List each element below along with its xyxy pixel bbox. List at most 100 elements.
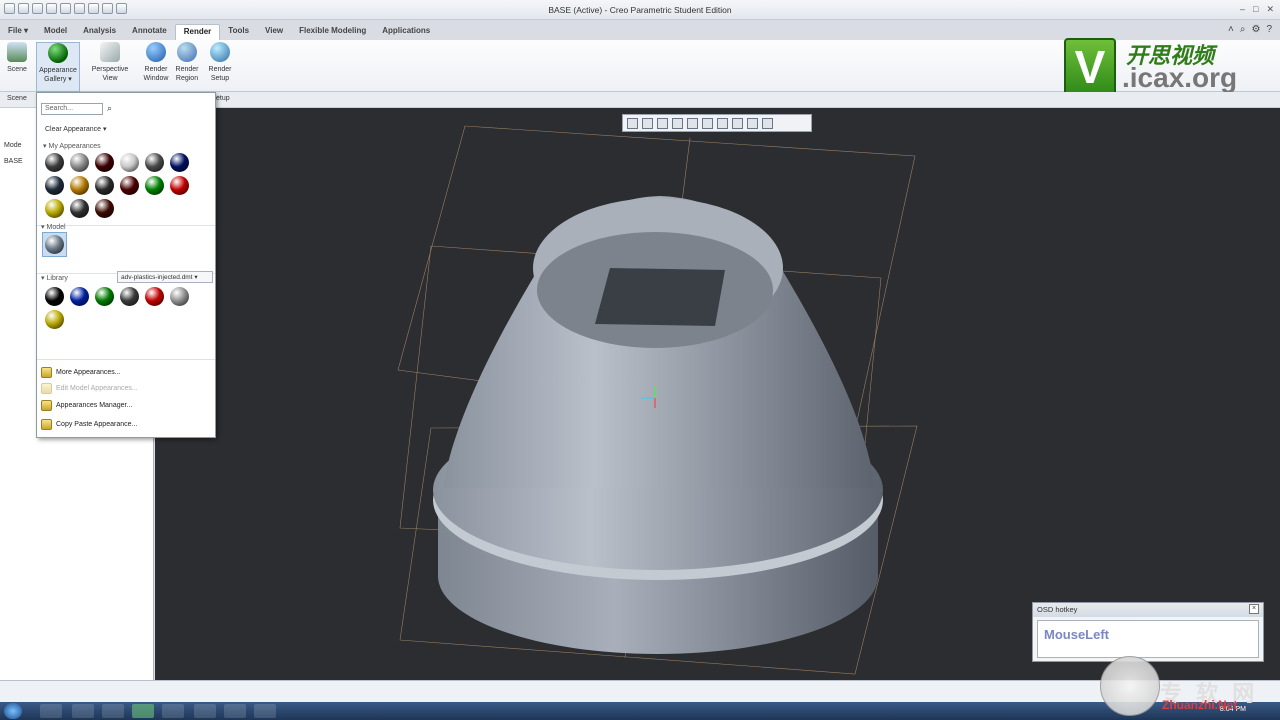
my-appearances-section-label[interactable]: My Appearances [43,142,101,150]
manager-icon [41,400,52,411]
taskbar-app-active[interactable] [132,704,154,718]
teapot-icon [146,42,166,62]
maximize-button[interactable]: □ [1253,4,1258,15]
appearance-swatch[interactable] [70,287,89,306]
taskbar-app[interactable] [254,704,276,718]
clear-appearance-button[interactable]: Clear Appearance ▾ [45,125,107,133]
appearance-swatch[interactable] [170,287,189,306]
appearances-manager-item[interactable]: Appearances Manager... [41,400,132,411]
window-title: BASE (Active) - Creo Parametric Student … [548,5,732,15]
appearance-gallery-button[interactable]: Appearance Gallery ▾ [36,42,80,92]
appearance-swatch[interactable] [120,153,139,172]
render-window-label: Render Window [143,66,169,82]
appearance-swatch[interactable] [170,176,189,195]
appearance-swatch[interactable] [45,199,64,218]
tab-render[interactable]: Render [174,24,221,40]
icax-logo: V 开思视频 .icax.org [1064,38,1244,96]
appearance-swatch[interactable] [95,153,114,172]
more-appearances-item[interactable]: More Appearances... [41,367,121,378]
watermark-globe [1100,656,1160,716]
appearance-swatch[interactable] [45,235,64,254]
minimize-button[interactable]: – [1240,4,1245,15]
title-bar: BASE (Active) - Creo Parametric Student … [0,0,1280,20]
appearance-swatch[interactable] [120,287,139,306]
appearance-swatch[interactable] [145,153,164,172]
graphics-viewport[interactable] [155,108,1280,680]
render-setup-label: Render Setup [208,66,232,82]
render-window-button[interactable]: Render Window [140,42,172,83]
close-icon[interactable]: × [1249,604,1259,614]
start-button[interactable] [4,703,22,719]
tab-flexible-modeling[interactable]: Flexible Modeling [291,24,374,40]
taskbar-app[interactable] [162,704,184,718]
tab-annotate[interactable]: Annotate [124,24,175,40]
appearance-swatch[interactable] [95,176,114,195]
render-setup-button[interactable]: Render Setup [204,42,236,83]
edit-model-appearances-item: Edit Model Appearances... [41,383,138,394]
taskbar-app[interactable] [194,704,216,718]
appearances-icon [41,367,52,378]
model-swatches [45,235,189,254]
appearance-swatch[interactable] [170,153,189,172]
part-body [433,196,883,654]
scene-button[interactable]: Scene [4,42,30,74]
appearance-swatch[interactable] [120,176,139,195]
scene-group-label: Scene [7,95,27,102]
tab-view[interactable]: View [257,24,291,40]
model-tree-header: Mode [4,142,22,149]
collapse-icon[interactable]: ˄ [1228,24,1234,35]
tab-file[interactable]: File ▾ [0,24,36,40]
appearance-swatch[interactable] [145,176,164,195]
status-bar [0,680,1280,702]
tab-tools[interactable]: Tools [220,24,257,40]
taskbar-app[interactable] [72,704,94,718]
help-icon[interactable]: ? [1266,24,1272,35]
appearance-search-input[interactable]: Search... [41,103,103,115]
copy-paste-appearance-item[interactable]: Copy Paste Appearance... [41,419,137,430]
appearance-swatch[interactable] [70,176,89,195]
taskbar-app[interactable] [102,704,124,718]
scene-label: Scene [7,66,27,73]
library-select[interactable]: adv-plastics-injected.dmt ▾ [117,271,213,283]
tree-item-root[interactable]: BASE [4,158,23,165]
taskbar-app[interactable] [40,704,62,718]
close-button[interactable]: ✕ [1266,4,1274,15]
appearance-swatch[interactable] [70,153,89,172]
render-setup-icon [210,42,230,62]
appearance-swatch[interactable] [45,287,64,306]
appearance-gallery-label: Appearance Gallery ▾ [39,67,77,83]
appearance-swatch[interactable] [70,199,89,218]
appearance-swatch[interactable] [45,310,64,329]
appearance-gallery-dropdown: Search... ⌕ Clear Appearance ▾ My Appear… [36,92,216,438]
render-region-button[interactable]: Render Region [172,42,202,83]
appearance-swatch[interactable] [95,287,114,306]
search-icon[interactable]: ⌕ [107,103,112,114]
window-controls: – □ ✕ [1240,4,1274,15]
tab-applications[interactable]: Applications [374,24,438,40]
tab-analysis[interactable]: Analysis [75,24,124,40]
osd-title: OSD hotkey [1037,605,1078,614]
my-appearances-swatches [45,153,189,218]
logo-v-mark: V [1064,38,1116,96]
tab-model[interactable]: Model [36,24,75,40]
separator [37,359,215,360]
appearance-swatch[interactable] [45,153,64,172]
search-icon[interactable]: ⌕ [1240,24,1246,35]
appearance-swatch[interactable] [45,176,64,195]
osd-text: MouseLeft [1037,620,1259,658]
render-region-icon [177,42,197,62]
perspective-view-button[interactable]: Perspective View [88,42,132,83]
setup-group-label: etup [216,95,230,102]
library-section-label[interactable]: Library [41,274,68,282]
logo-url: .icax.org [1122,62,1238,93]
scene-icon [7,42,27,62]
model-section-label[interactable]: Model [41,223,66,231]
appearance-swatch[interactable] [145,287,164,306]
taskbar-app[interactable] [224,704,246,718]
settings-icon[interactable]: ⚙ [1251,24,1260,35]
watermark-url: Zhuanzhi.Net [1162,698,1238,712]
edit-appearances-icon [41,383,52,394]
library-swatches [45,287,189,329]
appearance-swatch[interactable] [95,199,114,218]
render-region-label: Render Region [175,66,199,82]
